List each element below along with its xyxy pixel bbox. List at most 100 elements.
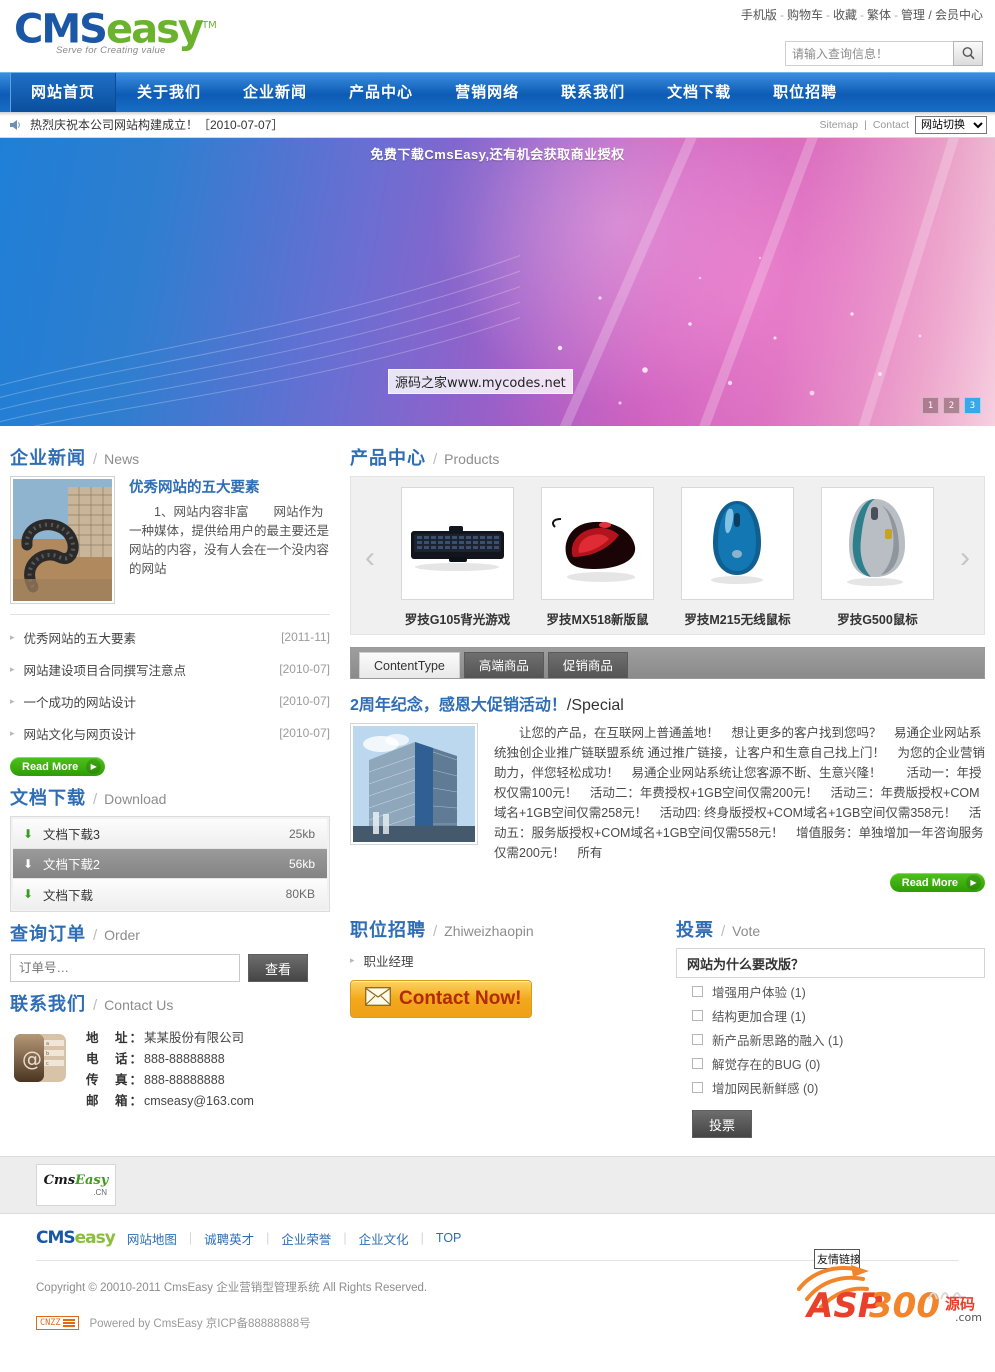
news-list-item[interactable]: ▸ 一个成功的网站设计 [2010-07] (10, 685, 330, 717)
top-link-admin-member[interactable]: 管理 / 会员中心 (901, 8, 983, 22)
contact-phone-label: 电 话： (86, 1052, 145, 1066)
main-navigation: 网站首页 关于我们 企业新闻 产品中心 营销网络 联系我们 文档下载 职位招聘 (0, 72, 995, 116)
bullet-arrow-icon: ▸ (10, 695, 15, 706)
vote-option[interactable]: 结构更加合理 (1) (676, 1005, 985, 1026)
order-section-title: 查询订单 / Order (10, 912, 330, 952)
nav-item-contact[interactable]: 联系我们 (540, 73, 646, 112)
banner-dot-3[interactable]: 3 (964, 397, 981, 414)
nav-item-jobs[interactable]: 职位招聘 (752, 73, 858, 112)
cnzz-label: CNZZ (40, 1318, 61, 1328)
product-name: 罗技MX518新版鼠 (546, 613, 649, 627)
chevron-left-icon[interactable]: ‹ (351, 542, 389, 573)
news-item-title: 网站文化与网页设计 (23, 727, 137, 742)
address-book-icon: a b c @ (10, 1028, 72, 1090)
cnzz-badge[interactable]: CNZZ (36, 1316, 80, 1330)
product-card[interactable]: 罗技M215无线鼠标 (671, 487, 804, 628)
site-switch-select[interactable]: 网站切换 (915, 115, 987, 134)
title-slash: / (433, 451, 438, 468)
vote-option[interactable]: 增强用户体验 (1) (676, 981, 985, 1002)
news-item-date: [2010-07] (279, 694, 330, 708)
news-list-item[interactable]: ▸ 网站建设项目合同撰写注意点 [2010-07] (10, 653, 330, 685)
footer-link-culture[interactable]: 企业文化 (359, 1229, 409, 1248)
search-icon (962, 47, 975, 60)
contact-fax-value: 888-88888888 (144, 1073, 225, 1087)
news-feature-thumbnail[interactable] (10, 476, 115, 604)
banner-dot-1[interactable]: 1 (922, 397, 939, 414)
footer-logo[interactable]: CMSeasy (36, 1228, 116, 1248)
top-link-traditional[interactable]: 繁体 (867, 8, 891, 22)
sitemap-link[interactable]: Sitemap (820, 119, 859, 131)
news-read-more-button[interactable]: Read More ▶ (10, 757, 106, 776)
download-row[interactable]: ⬇ 文档下载3 25kb (13, 819, 327, 849)
contact-now-label: Contact Now! (399, 988, 522, 1009)
checkbox-icon[interactable] (692, 1082, 703, 1093)
main-content: 企业新闻 / News 优秀网站的五大要素 1、网站内容非富 网站作为一种媒体，… (0, 426, 995, 1138)
chevron-right-icon[interactable]: › (946, 542, 984, 573)
vote-option-label: 解觉存在的BUG (0) (712, 1058, 821, 1072)
product-card[interactable]: 罗技G105背光游戏 (391, 487, 524, 628)
nav-item-home[interactable]: 网站首页 (10, 73, 117, 112)
product-carousel: ‹ 罗技G105背光游戏 罗技MX518新版鼠 罗技M215无线鼠标 罗技G50… (350, 476, 985, 635)
download-row[interactable]: ⬇ 文档下载 80KB (13, 879, 327, 909)
product-items: 罗技G105背光游戏 罗技MX518新版鼠 罗技M215无线鼠标 罗技G500鼠… (389, 487, 946, 628)
contact-address-value: 某某股份有限公司 (144, 1031, 245, 1045)
special-image[interactable] (350, 723, 478, 845)
nav-item-network[interactable]: 营销网络 (434, 73, 540, 112)
news-section-title: 企业新闻 / News (10, 436, 330, 476)
bullet-arrow-icon: ▸ (10, 663, 15, 674)
tab-promo-goods[interactable]: 促销商品 (547, 652, 628, 678)
order-query-button[interactable]: 查看 (248, 954, 309, 982)
nav-item-about[interactable]: 关于我们 (116, 73, 222, 112)
news-list-item[interactable]: ▸ 网站文化与网页设计 [2010-07] (10, 717, 330, 749)
special-read-more-button[interactable]: Read More ▶ (889, 873, 985, 892)
footer-logo-part1: CMS (36, 1228, 76, 1248)
vote-submit-button[interactable]: 投票 (692, 1110, 753, 1138)
speaker-icon (8, 118, 22, 132)
banner-dot-2[interactable]: 2 (943, 397, 960, 414)
top-link-cart[interactable]: 购物车 (787, 8, 823, 22)
checkbox-icon[interactable] (692, 1010, 703, 1021)
vote-option[interactable]: 增加网民新鲜感 (0) (676, 1077, 985, 1098)
tab-premium-goods[interactable]: 高端商品 (463, 652, 544, 678)
site-logo[interactable]: CMSeasyTM Serve for Creating value (8, 4, 218, 66)
chevron-right-icon: ▶ (966, 875, 981, 890)
nav-item-news[interactable]: 企业新闻 (222, 73, 328, 112)
news-list-item[interactable]: ▸ 优秀网站的五大要素 [2011-11] (10, 621, 330, 653)
news-title-en: News (104, 451, 140, 467)
checkbox-icon[interactable] (692, 1034, 703, 1045)
product-card[interactable]: 罗技G500鼠标 (811, 487, 944, 628)
contact-title-en: Contact Us (104, 997, 174, 1013)
product-card[interactable]: 罗技MX518新版鼠 (531, 487, 664, 628)
job-list-item[interactable]: ▸ 职业经理 (350, 948, 650, 972)
notice-text[interactable]: 热烈庆祝本公司网站构建成立！［2010-07-07］ (30, 116, 283, 133)
jobs-block: 职位招聘 / Zhiweizhaopin ▸ 职业经理 Contact Now! (350, 908, 650, 1138)
checkbox-icon[interactable] (692, 986, 703, 997)
footer-link-honors[interactable]: 企业荣誉 (281, 1229, 331, 1248)
product-name: 罗技G500鼠标 (837, 613, 918, 627)
friend-link-cmseasy-logo[interactable]: CmsEasy .CN (36, 1164, 116, 1206)
search-input[interactable] (785, 41, 953, 66)
top-link-mobile[interactable]: 手机版 (741, 8, 777, 22)
hero-banner[interactable]: 免费下载CmsEasy,还有机会获取商业授权 源码之家www.mycodes.n… (0, 138, 995, 426)
order-number-input[interactable] (10, 954, 240, 982)
vote-option[interactable]: 新产品新思路的融入 (1) (676, 1029, 985, 1050)
nav-item-products[interactable]: 产品中心 (328, 73, 434, 112)
contact-link[interactable]: Contact (873, 119, 909, 131)
tab-content-type[interactable]: ContentType (359, 652, 460, 678)
news-feature-headline[interactable]: 优秀网站的五大要素 (129, 476, 330, 497)
top-link-favorites[interactable]: 收藏 (833, 8, 857, 22)
notice-right-links: Sitemap | Contact 网站切换 (820, 115, 987, 134)
download-section-title: 文档下载 / Download (10, 776, 330, 816)
top-link-separator: - (893, 8, 898, 22)
download-title-en: Download (104, 791, 167, 807)
vote-option[interactable]: 解觉存在的BUG (0) (676, 1053, 985, 1074)
footer-link-sitemap[interactable]: 网站地图 (127, 1229, 177, 1248)
footer-link-careers[interactable]: 诚聘英才 (204, 1229, 254, 1248)
download-row[interactable]: ⬇ 文档下载2 56kb (13, 849, 327, 879)
contact-now-button[interactable]: Contact Now! (350, 980, 532, 1018)
search-button[interactable] (953, 41, 983, 66)
nav-item-download[interactable]: 文档下载 (646, 73, 752, 112)
footer-link-top[interactable]: TOP (436, 1231, 461, 1245)
checkbox-icon[interactable] (692, 1058, 703, 1069)
banner-pagination: 1 2 3 (922, 397, 981, 414)
